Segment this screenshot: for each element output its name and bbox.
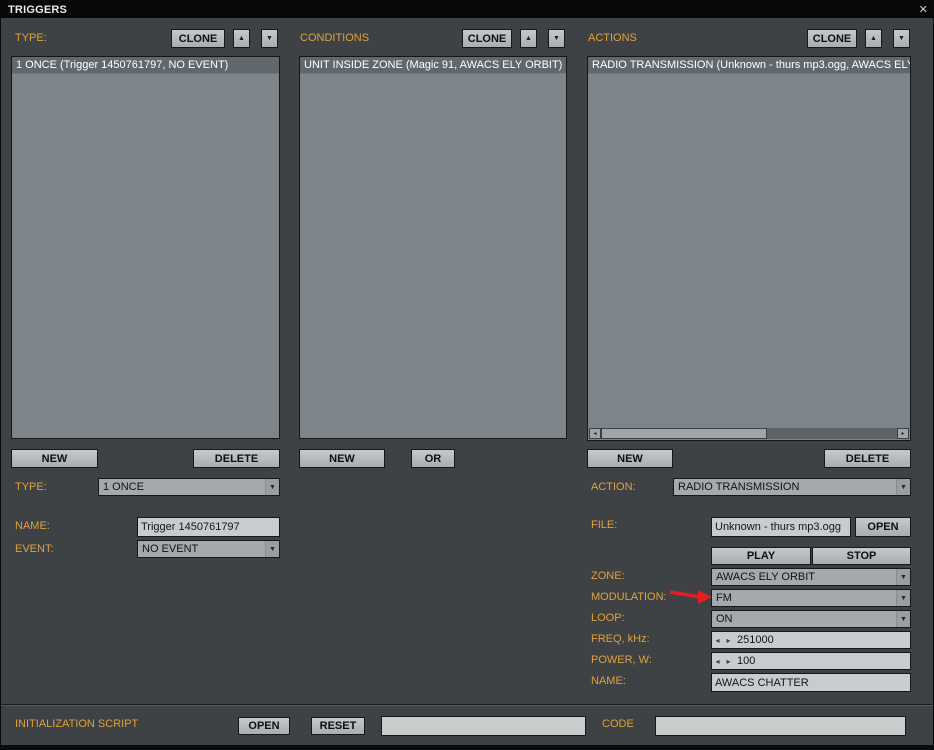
titlebar: TRIGGERS ✕ — [1, 1, 933, 18]
decrement-icon[interactable]: ◂ — [712, 653, 723, 669]
chevron-down-icon: ▼ — [896, 611, 910, 627]
conditions-list-item[interactable]: UNIT INSIDE ZONE (Magic 91, AWACS ELY OR… — [300, 57, 566, 74]
increment-icon[interactable]: ▸ — [723, 653, 734, 669]
actions-move-up-icon[interactable]: ▲ — [865, 29, 882, 48]
scrollbar-track[interactable] — [601, 428, 897, 439]
type-dropdown[interactable]: 1 ONCE ▼ — [98, 478, 280, 496]
conditions-new-button[interactable]: NEW — [299, 449, 385, 468]
chevron-down-icon: ▼ — [896, 569, 910, 585]
freq-value: 251000 — [737, 634, 774, 646]
action-dropdown-value: RADIO TRANSMISSION — [678, 481, 800, 493]
decrement-icon[interactable]: ◂ — [712, 632, 723, 648]
footer-divider — [1, 704, 933, 706]
event-dropdown-value: NO EVENT — [142, 543, 199, 555]
conditions-clone-button[interactable]: CLONE — [462, 29, 512, 48]
conditions-list: UNIT INSIDE ZONE (Magic 91, AWACS ELY OR… — [299, 56, 567, 439]
chevron-down-icon: ▼ — [265, 479, 279, 495]
red-arrow-annotation — [669, 590, 712, 604]
actions-panel-header: ACTIONS — [588, 32, 637, 44]
type-panel-header: TYPE: — [15, 32, 47, 44]
event-field-label: EVENT: — [15, 543, 54, 555]
conditions-panel-header: CONDITIONS — [300, 32, 370, 44]
power-value: 100 — [737, 655, 756, 667]
chevron-down-icon: ▼ — [896, 479, 910, 495]
scroll-left-icon[interactable]: ◂ — [589, 428, 601, 439]
power-field-label: POWER, W: — [591, 654, 652, 666]
code-input[interactable] — [655, 716, 906, 736]
bottom-edge — [1, 745, 933, 749]
increment-icon[interactable]: ▸ — [723, 632, 734, 648]
trigger-name-input[interactable] — [137, 517, 280, 537]
chevron-down-icon: ▼ — [896, 590, 910, 606]
event-dropdown[interactable]: NO EVENT ▼ — [137, 540, 280, 558]
modulation-dropdown[interactable]: FM ▼ — [711, 589, 911, 607]
type-list: 1 ONCE (Trigger 1450761797, NO EVENT) — [11, 56, 280, 439]
loop-field-label: LOOP: — [591, 612, 625, 624]
stop-button[interactable]: STOP — [812, 547, 911, 565]
type-delete-button[interactable]: DELETE — [193, 449, 280, 468]
init-script-input[interactable] — [381, 716, 586, 736]
freq-spinner[interactable]: ◂ ▸ 251000 — [711, 631, 911, 649]
type-move-up-icon[interactable]: ▲ — [233, 29, 250, 48]
actions-delete-button[interactable]: DELETE — [824, 449, 911, 468]
file-input[interactable] — [711, 517, 851, 537]
actions-move-down-icon[interactable]: ▼ — [893, 29, 910, 48]
zone-dropdown[interactable]: AWACS ELY ORBIT ▼ — [711, 568, 911, 586]
actions-new-button[interactable]: NEW — [587, 449, 673, 468]
window-title: TRIGGERS — [8, 3, 68, 16]
chevron-down-icon: ▼ — [265, 541, 279, 557]
freq-field-label: FREQ, kHz: — [591, 633, 650, 645]
type-new-button[interactable]: NEW — [11, 449, 98, 468]
action-name-input[interactable] — [711, 673, 911, 692]
init-script-label: INITIALIZATION SCRIPT — [15, 718, 139, 730]
type-field-label: TYPE: — [15, 481, 47, 493]
zone-dropdown-value: AWACS ELY ORBIT — [716, 571, 816, 583]
actions-list-item[interactable]: RADIO TRANSMISSION (Unknown - thurs mp3.… — [588, 57, 910, 74]
modulation-field-label: MODULATION: — [591, 591, 667, 603]
name-field-label: NAME: — [15, 520, 50, 532]
actions-list: RADIO TRANSMISSION (Unknown - thurs mp3.… — [587, 56, 911, 441]
loop-dropdown-value: ON — [716, 613, 733, 625]
actions-list-scrollbar[interactable]: ◂ ▸ — [589, 428, 909, 439]
init-script-reset-button[interactable]: RESET — [311, 717, 365, 735]
conditions-move-up-icon[interactable]: ▲ — [520, 29, 537, 48]
actions-clone-button[interactable]: CLONE — [807, 29, 857, 48]
action-field-label: ACTION: — [591, 481, 636, 493]
conditions-move-down-icon[interactable]: ▼ — [548, 29, 565, 48]
scroll-right-icon[interactable]: ▸ — [897, 428, 909, 439]
file-field-label: FILE: — [591, 519, 618, 531]
action-dropdown[interactable]: RADIO TRANSMISSION ▼ — [673, 478, 911, 496]
scrollbar-thumb[interactable] — [601, 428, 767, 439]
loop-dropdown[interactable]: ON ▼ — [711, 610, 911, 628]
file-open-button[interactable]: OPEN — [855, 517, 911, 537]
triggers-dialog: TRIGGERS ✕ TYPE: CLONE ▲ ▼ 1 ONCE (Trigg… — [0, 0, 934, 750]
modulation-dropdown-value: FM — [716, 592, 732, 604]
type-list-item[interactable]: 1 ONCE (Trigger 1450761797, NO EVENT) — [12, 57, 279, 74]
play-button[interactable]: PLAY — [711, 547, 811, 565]
close-icon[interactable]: ✕ — [919, 3, 928, 16]
conditions-or-button[interactable]: OR — [411, 449, 455, 468]
code-label: CODE — [602, 718, 634, 730]
type-clone-button[interactable]: CLONE — [171, 29, 225, 48]
zone-field-label: ZONE: — [591, 570, 625, 582]
power-spinner[interactable]: ◂ ▸ 100 — [711, 652, 911, 670]
action-name-field-label: NAME: — [591, 675, 626, 687]
type-move-down-icon[interactable]: ▼ — [261, 29, 278, 48]
type-dropdown-value: 1 ONCE — [103, 481, 144, 493]
init-script-open-button[interactable]: OPEN — [238, 717, 290, 735]
